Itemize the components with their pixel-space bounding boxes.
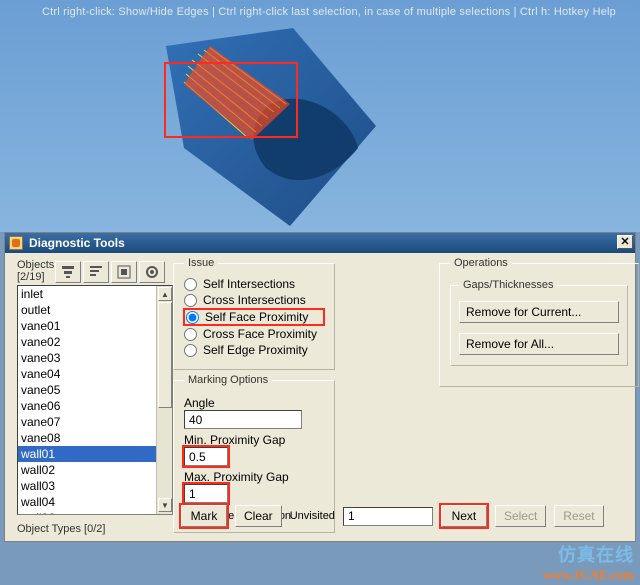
sort-button[interactable]	[83, 261, 109, 283]
watermark: 仿真在线 www.1CAE.com	[543, 541, 634, 583]
list-item[interactable]: vane02	[18, 334, 172, 350]
viewport-3d[interactable]: Ctrl right-click: Show/Hide Edges | Ctrl…	[0, 0, 640, 232]
app-icon	[9, 236, 23, 250]
list-item[interactable]: inlet	[18, 286, 172, 302]
max-gap-label: Max. Proximity Gap	[184, 470, 324, 484]
selection-rectangle	[164, 62, 298, 138]
list-item[interactable]: vane04	[18, 366, 172, 382]
bottom-button-row: Mark Clear Unvisited Next Select Reset	[181, 505, 604, 527]
min-gap-input[interactable]	[184, 447, 228, 466]
radio-cross-intersections[interactable]: Cross Intersections	[184, 293, 324, 307]
watermark-line1: 仿真在线	[543, 541, 634, 567]
next-button[interactable]: Next	[441, 505, 487, 527]
radio-input[interactable]	[186, 311, 199, 324]
radio-self-face-proximity[interactable]: Self Face Proximity	[184, 309, 324, 325]
reset-button[interactable]: Reset	[554, 505, 603, 527]
close-button[interactable]: ✕	[617, 235, 633, 249]
list-item[interactable]: vane06	[18, 398, 172, 414]
issue-legend: Issue	[184, 257, 218, 269]
select-button[interactable]: Select	[495, 505, 546, 527]
list-item[interactable]: vane08	[18, 430, 172, 446]
remove-all-button[interactable]: Remove for All...	[459, 333, 619, 355]
deselect-button[interactable]	[139, 261, 165, 283]
min-gap-label: Min. Proximity Gap	[184, 433, 324, 447]
watermark-line2: www.1CAE.com	[543, 567, 634, 583]
objects-count-label: Objects [2/19]	[17, 259, 55, 283]
list-item[interactable]: wall01	[18, 446, 172, 462]
list-item[interactable]: vane01	[18, 318, 172, 334]
list-item[interactable]: wall06	[18, 510, 172, 515]
radio-input[interactable]	[184, 278, 197, 291]
list-item[interactable]: wall02	[18, 462, 172, 478]
gaps-legend: Gaps/Thicknesses	[459, 279, 557, 291]
dialog-titlebar[interactable]: Diagnostic Tools ✕	[5, 233, 635, 253]
list-item[interactable]: vane05	[18, 382, 172, 398]
unvisited-input[interactable]	[343, 507, 433, 526]
mark-button[interactable]: Mark	[181, 505, 227, 527]
viewport-hint: Ctrl right-click: Show/Hide Edges | Ctrl…	[42, 6, 616, 18]
object-types-label: Object Types [0/2]	[17, 523, 165, 535]
max-gap-input[interactable]	[184, 484, 228, 503]
list-item[interactable]: vane03	[18, 350, 172, 366]
marking-legend: Marking Options	[184, 374, 272, 386]
list-item[interactable]: wall03	[18, 478, 172, 494]
angle-label: Angle	[184, 396, 324, 410]
remove-current-button[interactable]: Remove for Current...	[459, 301, 619, 323]
radio-input[interactable]	[184, 344, 197, 357]
angle-input[interactable]	[184, 410, 302, 429]
radio-self-intersections[interactable]: Self Intersections	[184, 277, 324, 291]
right-area: Issue Self Intersections Cross Intersect…	[169, 257, 629, 541]
unvisited-label: Unvisited	[290, 510, 335, 522]
radio-input[interactable]	[184, 294, 197, 307]
radio-cross-face-proximity[interactable]: Cross Face Proximity	[184, 327, 324, 341]
objects-toolbar	[55, 261, 165, 283]
operations-group: Operations Gaps/Thicknesses Remove for C…	[439, 257, 639, 387]
dialog-title: Diagnostic Tools	[29, 236, 125, 250]
select-all-button[interactable]	[111, 261, 137, 283]
radio-input[interactable]	[184, 328, 197, 341]
operations-legend: Operations	[450, 257, 512, 269]
list-item[interactable]: wall04	[18, 494, 172, 510]
clear-button[interactable]: Clear	[235, 505, 282, 527]
filter-button[interactable]	[55, 261, 81, 283]
radio-self-edge-proximity[interactable]: Self Edge Proximity	[184, 343, 324, 357]
issue-group: Issue Self Intersections Cross Intersect…	[173, 257, 335, 370]
list-item[interactable]: vane07	[18, 414, 172, 430]
list-item[interactable]: outlet	[18, 302, 172, 318]
objects-listbox[interactable]: inletoutletvane01vane02vane03vane04vane0…	[17, 285, 173, 515]
diagnostic-tools-dialog: Diagnostic Tools ✕ Objects [2/19]	[4, 232, 636, 542]
objects-panel: Objects [2/19] inle	[11, 257, 169, 541]
